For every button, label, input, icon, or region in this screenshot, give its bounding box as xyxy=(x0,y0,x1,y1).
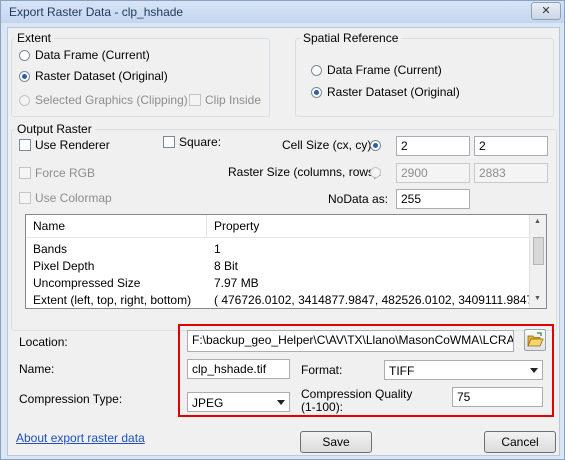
scroll-thumb[interactable] xyxy=(533,237,544,265)
export-raster-dialog: Export Raster Data - clp_hshade ✕ Extent… xyxy=(0,0,565,460)
extent-raster-dataset-label: Raster Dataset (Original) xyxy=(35,69,168,83)
property-value: ( 476726.0102, 3414877.9847, 482526.0102… xyxy=(214,293,541,307)
cell-size-radio[interactable] xyxy=(370,140,381,151)
location-label: Location: xyxy=(19,335,68,349)
list-item: Extent (left, top, right, bottom) ( 4767… xyxy=(26,292,546,308)
extent-selected-graphics-label: Selected Graphics (Clipping) xyxy=(35,93,188,107)
use-colormap-label: Use Colormap xyxy=(35,191,112,205)
spatial-reference-group-label: Spatial Reference xyxy=(300,31,402,45)
raster-rows-input[interactable]: 2883 xyxy=(474,163,548,183)
window-title: Export Raster Data - clp_hshade xyxy=(9,5,184,19)
clip-inside-checkbox[interactable] xyxy=(189,94,201,106)
extent-selected-graphics-radio[interactable] xyxy=(19,95,30,106)
extent-data-frame-label: Data Frame (Current) xyxy=(35,48,150,62)
list-item: Uncompressed Size 7.97 MB xyxy=(26,275,546,292)
list-item: Pixel Depth 8 Bit xyxy=(26,258,546,275)
square-checkbox[interactable] xyxy=(163,136,175,148)
sr-raster-dataset-label: Raster Dataset (Original) xyxy=(327,85,460,99)
property-name: Pixel Depth xyxy=(33,259,95,273)
name-label: Name: xyxy=(19,362,55,376)
extent-raster-dataset-radio[interactable] xyxy=(19,71,30,82)
about-export-link[interactable]: About export raster data xyxy=(16,431,145,445)
sr-raster-dataset-radio[interactable] xyxy=(311,87,322,98)
close-button[interactable]: ✕ xyxy=(531,2,561,20)
list-item: Bands 1 xyxy=(26,241,546,258)
cell-size-y-input[interactable]: 2 xyxy=(474,136,548,156)
cell-size-x-input[interactable]: 2 xyxy=(396,136,470,156)
column-header-property[interactable]: Property xyxy=(214,219,259,233)
dialog-client: Extent Data Frame (Current) Raster Datas… xyxy=(7,27,560,456)
raster-size-radio[interactable] xyxy=(370,167,381,178)
save-button[interactable]: Save xyxy=(300,431,372,453)
use-renderer-label: Use Renderer xyxy=(35,138,110,152)
cell-size-label: Cell Size (cx, cy): xyxy=(282,138,375,152)
highlight-box xyxy=(178,324,554,417)
compression-type-label: Compression Type: xyxy=(19,392,123,406)
sr-data-frame-radio[interactable] xyxy=(311,65,322,76)
nodata-label: NoData as: xyxy=(328,192,389,206)
cancel-button[interactable]: Cancel xyxy=(484,431,556,453)
column-divider xyxy=(206,215,207,237)
use-colormap-checkbox[interactable] xyxy=(19,192,31,204)
output-raster-group-label: Output Raster xyxy=(14,122,95,136)
property-name: Bands xyxy=(33,242,68,256)
use-renderer-checkbox[interactable] xyxy=(19,139,31,151)
square-label: Square: xyxy=(179,135,222,149)
property-name: Uncompressed Size xyxy=(33,276,141,290)
scroll-up-icon[interactable]: ▲ xyxy=(534,218,541,225)
raster-size-label: Raster Size (columns, rows): xyxy=(228,165,382,179)
scroll-down-icon[interactable]: ▼ xyxy=(534,295,541,302)
title-bar: Export Raster Data - clp_hshade ✕ xyxy=(1,1,564,23)
force-rgb-label: Force RGB xyxy=(35,166,96,180)
sr-data-frame-label: Data Frame (Current) xyxy=(327,63,442,77)
property-value: 7.97 MB xyxy=(214,276,259,290)
clip-inside-label: Clip Inside xyxy=(205,93,262,107)
raster-columns-input[interactable]: 2900 xyxy=(396,163,470,183)
close-icon: ✕ xyxy=(541,5,551,17)
list-vertical-scrollbar[interactable]: ▲ ▼ xyxy=(529,215,546,308)
property-value: 8 Bit xyxy=(214,259,239,273)
extent-group-label: Extent xyxy=(14,31,55,45)
property-value: 1 xyxy=(214,242,221,256)
raster-properties-list: Name Property Bands 1 Pixel Depth 8 Bit … xyxy=(25,214,547,309)
column-header-name[interactable]: Name xyxy=(33,219,65,233)
property-name: Extent (left, top, right, bottom) xyxy=(33,293,192,307)
list-header: Name Property xyxy=(26,215,546,238)
extent-data-frame-radio[interactable] xyxy=(19,50,30,61)
force-rgb-checkbox[interactable] xyxy=(19,167,31,179)
nodata-input[interactable]: 255 xyxy=(396,189,470,209)
